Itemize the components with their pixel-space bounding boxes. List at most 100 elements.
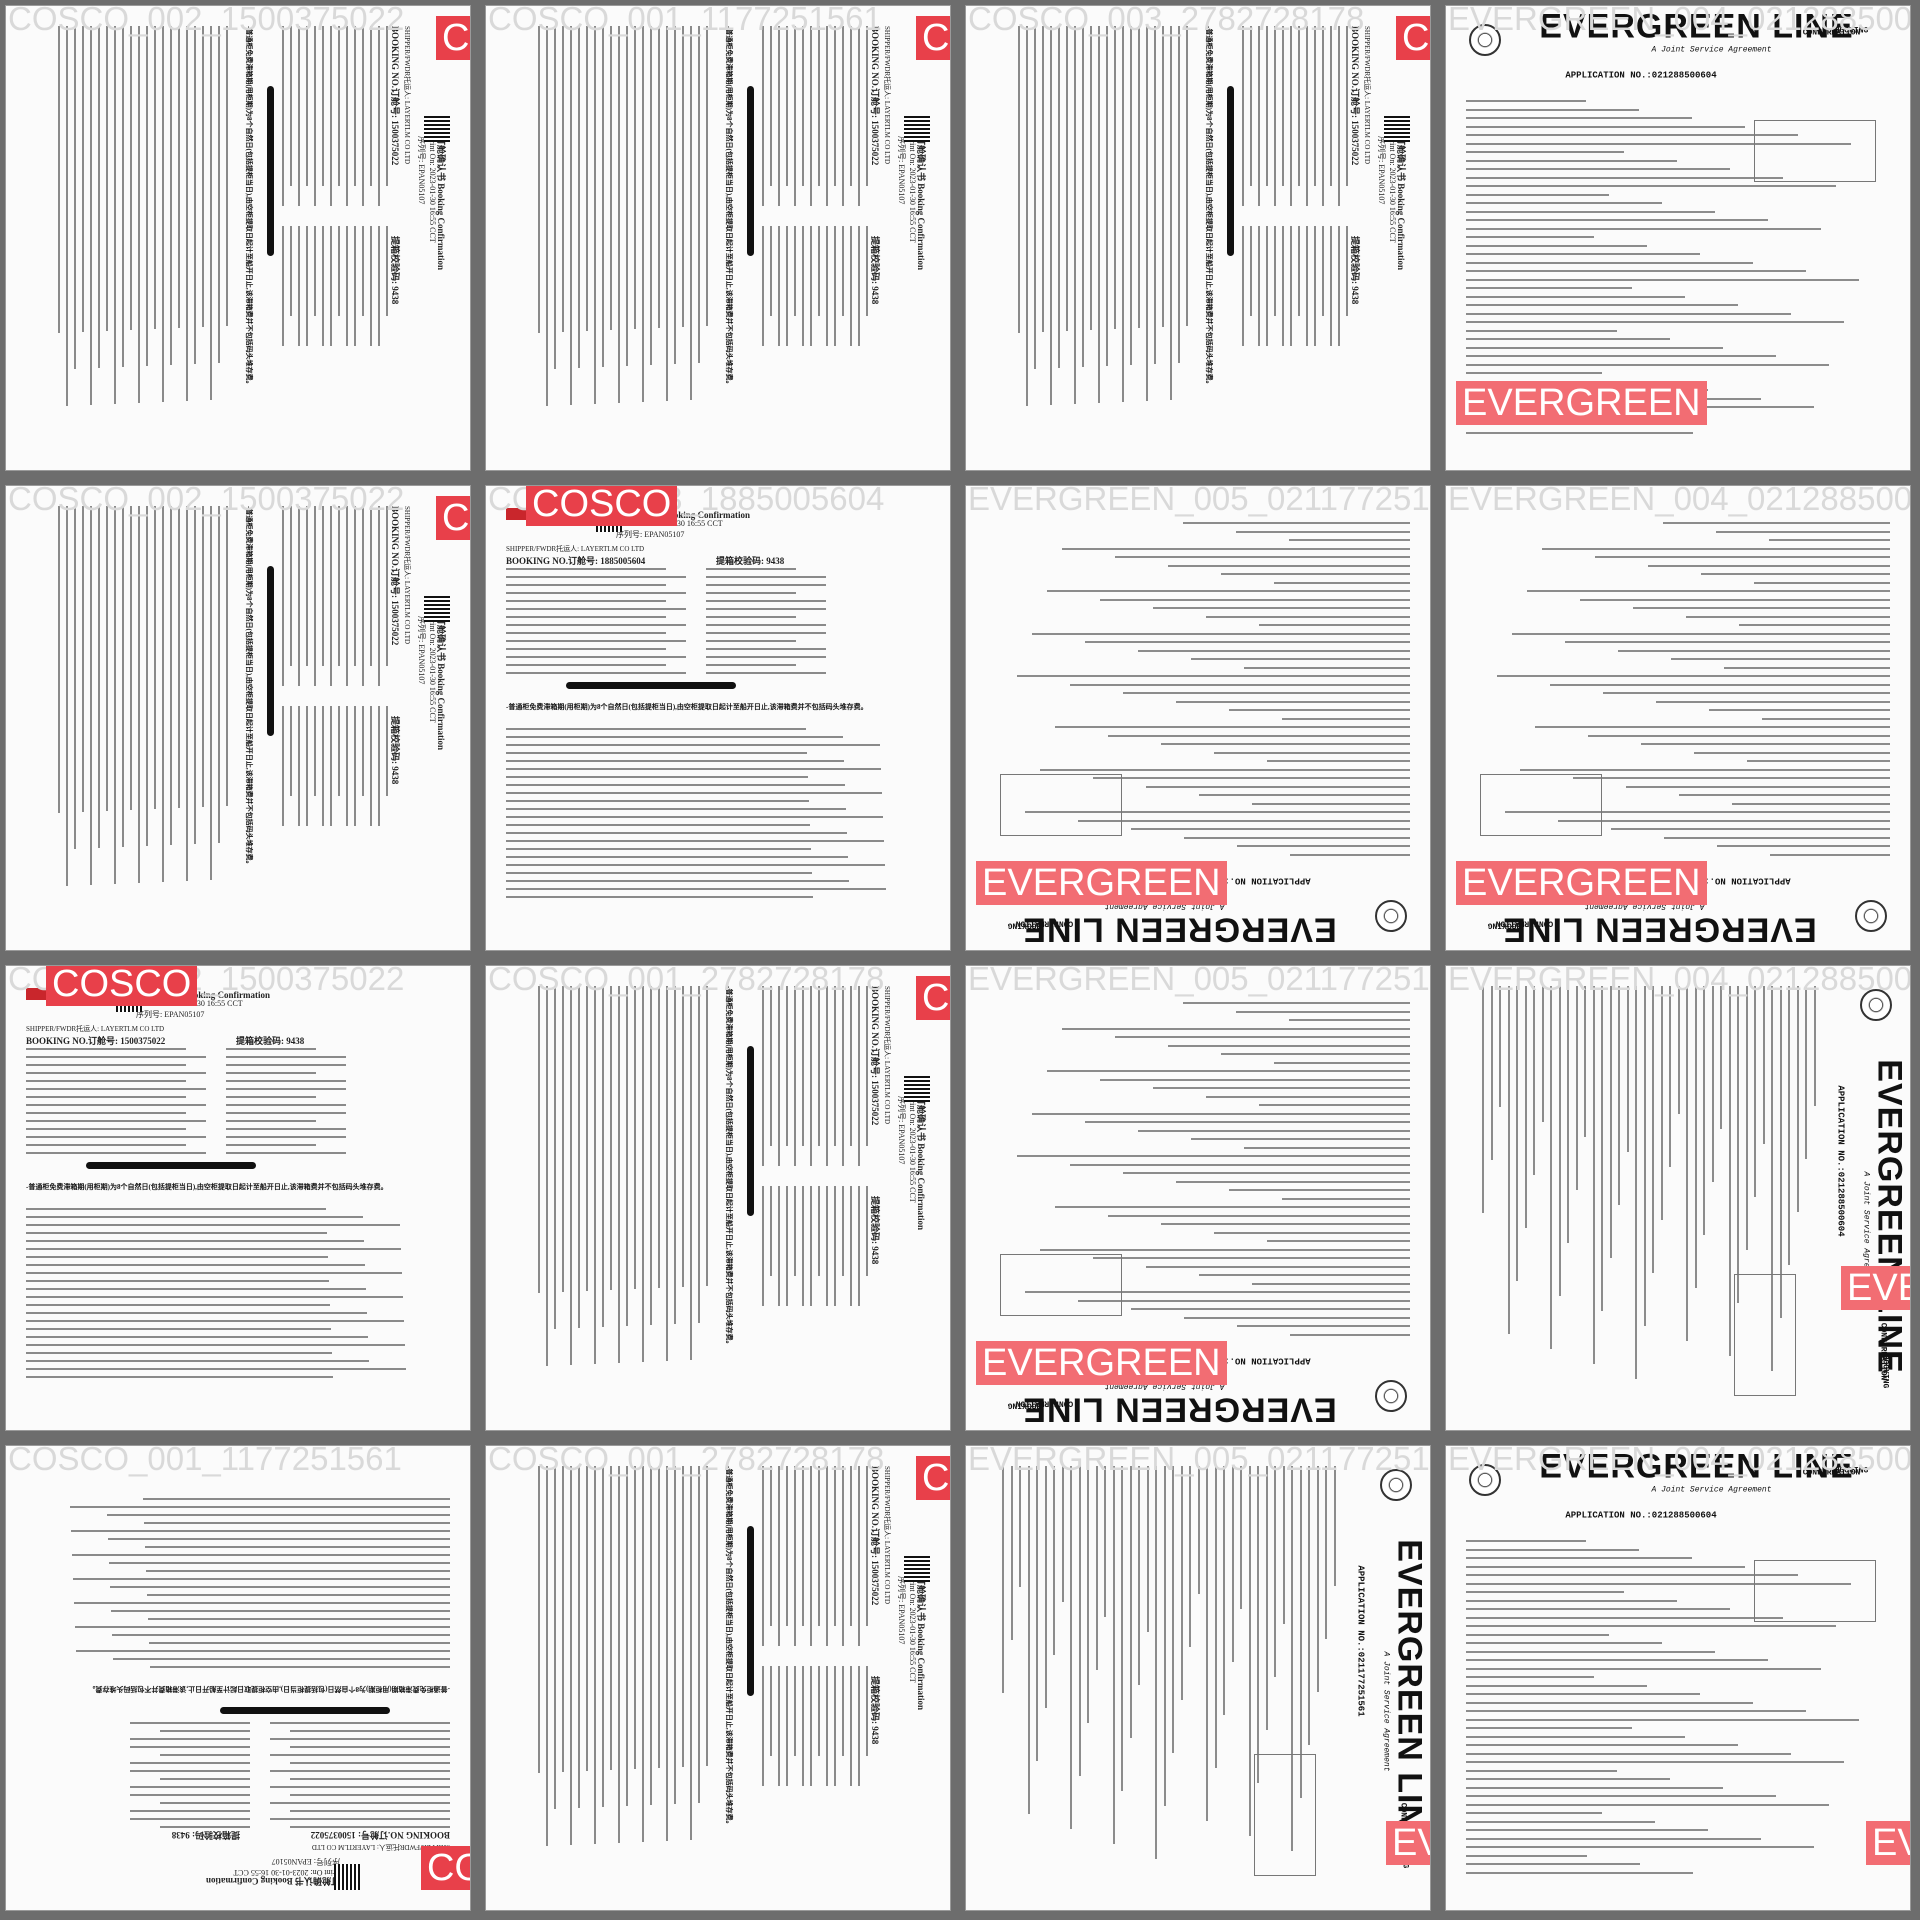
text-line — [578, 26, 580, 368]
text-line — [26, 1256, 328, 1258]
carrier-label: COSCO — [1396, 16, 1430, 60]
document-thumbnail[interactable]: 订舱确认书 Booking ConfirmationPrint On: 2023… — [485, 485, 951, 951]
document-thumbnail[interactable]: EVERGREEN LINEA Joint Service AgreementB… — [965, 485, 1431, 951]
text-line — [1635, 986, 1638, 1379]
text-line — [1694, 752, 1890, 754]
confirmation-heading: CONFIRMATION — [1015, 1398, 1074, 1408]
info-box — [1734, 1274, 1796, 1396]
text-line — [26, 1056, 206, 1058]
evergreen-booking-document: EVERGREEN LINEA Joint Service AgreementB… — [1458, 978, 1908, 1416]
text-line — [1274, 1466, 1277, 1677]
text-line — [826, 986, 828, 1166]
text-line — [226, 1104, 346, 1106]
text-line — [850, 1466, 852, 1626]
document-thumbnail[interactable]: 订舱确认书 Booking ConfirmationPrint On: 2023… — [5, 485, 471, 951]
text-line — [378, 226, 380, 346]
document-thumbnail[interactable]: EVERGREEN LINEA Joint Service AgreementB… — [1445, 5, 1911, 471]
text-line — [1199, 1274, 1410, 1277]
file-name: EVERGREEN_004_021288500604 — [1448, 1445, 1911, 1477]
verify-code: 提箱校验码: 9438 — [236, 1036, 305, 1046]
text-line — [1466, 1710, 1806, 1712]
cosco-booking-document: 订舱确认书 Booking ConfirmationPrint On: 2023… — [506, 506, 932, 932]
text-line — [866, 26, 868, 186]
text-line — [810, 986, 812, 1166]
text-line — [113, 1658, 450, 1660]
text-line — [1098, 26, 1100, 403]
document-thumbnail[interactable]: 订舱确认书 Booking ConfirmationPrint On: 2023… — [965, 5, 1431, 471]
text-line — [106, 26, 108, 331]
text-line — [290, 226, 292, 316]
text-line — [794, 1666, 796, 1756]
text-line — [130, 1794, 250, 1796]
text-line — [76, 1650, 450, 1652]
text-line — [354, 226, 356, 346]
text-line — [1580, 599, 1890, 601]
text-line — [1147, 1466, 1149, 1632]
text-line — [1176, 1181, 1410, 1183]
text-line — [146, 506, 148, 846]
text-line — [858, 1666, 860, 1786]
text-line — [594, 26, 596, 404]
document-thumbnail[interactable]: EVERGREEN LINEA Joint Service AgreementB… — [965, 965, 1431, 1431]
document-thumbnail[interactable]: 订舱确认书 Booking ConfirmationPrint On: 2023… — [485, 5, 951, 471]
text-line — [1266, 226, 1268, 346]
text-line — [506, 648, 666, 650]
text-line — [842, 226, 844, 316]
text-line — [818, 26, 820, 186]
text-line — [1550, 986, 1553, 1349]
document-thumbnail[interactable]: EVERGREEN LINEA Joint Service AgreementB… — [1445, 1445, 1911, 1911]
text-line — [143, 1498, 450, 1500]
text-line — [802, 1666, 804, 1786]
text-line — [1788, 986, 1791, 1265]
text-line — [362, 706, 364, 796]
text-line — [1168, 1045, 1410, 1047]
text-line — [1641, 743, 1890, 746]
evergreen-emblem-icon — [1375, 1380, 1407, 1412]
remark-text: -普通柜免费滞箱期(用柜期)为8个自然日(包括提柜当日),由空柜提取日起计至船开… — [506, 703, 868, 711]
text-line — [1122, 26, 1124, 402]
text-line — [26, 1112, 186, 1114]
text-line — [786, 1466, 788, 1626]
text-line — [1306, 26, 1308, 206]
text-line — [362, 506, 364, 686]
text-line — [26, 1296, 403, 1298]
document-thumbnail[interactable]: EVERGREEN LINEA Joint Service AgreementB… — [1445, 965, 1911, 1431]
document-thumbnail[interactable]: 订舱确认书 Booking ConfirmationPrint On: 2023… — [485, 1445, 951, 1911]
text-line — [706, 986, 708, 1286]
text-line — [1154, 26, 1156, 364]
text-line — [778, 986, 780, 1166]
text-line — [1066, 26, 1068, 331]
text-line — [626, 26, 628, 366]
text-line — [706, 640, 796, 642]
text-line — [1206, 616, 1410, 618]
text-line — [270, 1770, 450, 1772]
text-line — [1633, 607, 1890, 610]
carrier-label: EVERGREEN — [1841, 1266, 1910, 1310]
text-line — [1466, 1846, 1814, 1848]
text-line — [1100, 1079, 1410, 1081]
document-thumbnail[interactable]: 订舱确认书 Booking ConfirmationPrint On: 2023… — [5, 5, 471, 471]
text-line — [650, 26, 652, 365]
document-thumbnail[interactable]: EVERGREEN LINEA Joint Service AgreementB… — [965, 1445, 1431, 1911]
text-line — [210, 26, 212, 400]
text-line — [1661, 986, 1663, 1220]
text-line — [506, 656, 686, 658]
text-line — [674, 26, 676, 364]
text-line — [682, 986, 684, 1287]
text-line — [160, 1802, 250, 1804]
text-line — [82, 26, 84, 332]
document-thumbnail[interactable]: 订舱确认书 Booking ConfirmationPrint On: 2023… — [5, 1445, 471, 1911]
document-thumbnail[interactable]: EVERGREEN LINEA Joint Service AgreementB… — [1445, 485, 1911, 951]
text-line — [226, 1072, 316, 1074]
text-line — [506, 744, 880, 746]
text-line — [786, 26, 788, 186]
text-line — [160, 1778, 250, 1780]
document-thumbnail[interactable]: 订舱确认书 Booking ConfirmationPrint On: 2023… — [485, 965, 951, 1431]
document-thumbnail[interactable]: 订舱确认书 Booking ConfirmationPrint On: 2023… — [5, 965, 471, 1431]
text-line — [370, 706, 372, 826]
text-line — [506, 784, 845, 786]
text-line — [314, 706, 316, 796]
text-line — [1250, 226, 1252, 316]
text-line — [850, 1666, 852, 1786]
text-line — [1466, 1812, 1602, 1814]
